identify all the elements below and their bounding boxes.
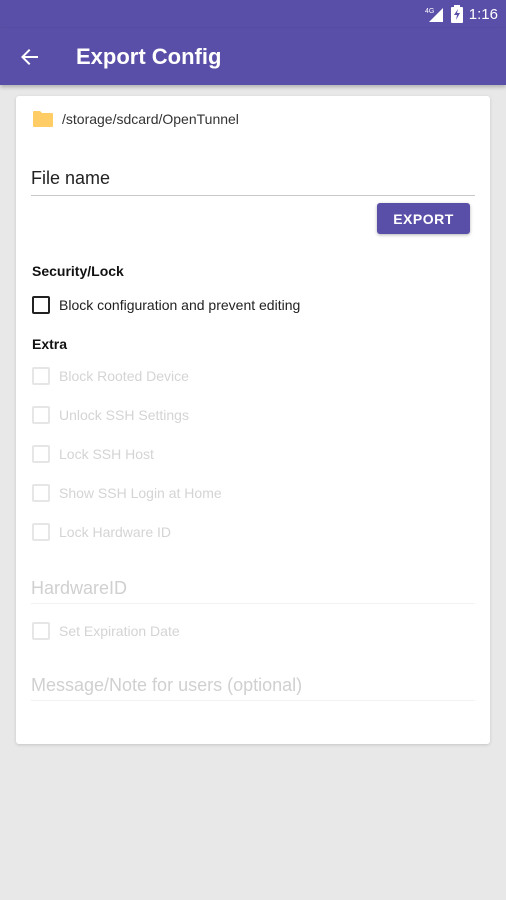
export-card: /storage/sdcard/OpenTunnel EXPORT Securi… — [16, 96, 490, 744]
export-button[interactable]: EXPORT — [377, 203, 470, 234]
lock-hardware-id-row[interactable]: Lock Hardware ID — [32, 520, 171, 544]
block-rooted-device-label: Block Rooted Device — [59, 368, 189, 384]
unlock-ssh-settings-checkbox[interactable] — [32, 406, 50, 424]
set-expiration-date-checkbox[interactable] — [32, 622, 50, 640]
svg-text:4G: 4G — [425, 8, 434, 15]
app-bar: Export Config — [0, 28, 506, 85]
hardware-id-input[interactable] — [31, 574, 475, 603]
security-section-title: Security/Lock — [32, 263, 124, 279]
lock-ssh-host-row[interactable]: Lock SSH Host — [32, 442, 154, 466]
show-ssh-login-row[interactable]: Show SSH Login at Home — [32, 481, 222, 505]
block-config-label: Block configuration and prevent editing — [59, 297, 301, 313]
unlock-ssh-settings-row[interactable]: Unlock SSH Settings — [32, 403, 189, 427]
status-bar: 4G 1:16 — [0, 0, 506, 28]
page-title: Export Config — [76, 43, 222, 69]
set-expiration-date-label: Set Expiration Date — [59, 623, 180, 639]
show-ssh-login-checkbox[interactable] — [32, 484, 50, 502]
lock-ssh-host-checkbox[interactable] — [32, 445, 50, 463]
file-name-input[interactable] — [31, 162, 475, 195]
message-field[interactable] — [31, 671, 475, 701]
message-input[interactable] — [31, 671, 475, 700]
file-name-field[interactable] — [31, 162, 475, 196]
unlock-ssh-settings-label: Unlock SSH Settings — [59, 407, 189, 423]
cellular-signal-icon: 4G — [425, 6, 445, 22]
show-ssh-login-label: Show SSH Login at Home — [59, 485, 222, 501]
set-expiration-date-row[interactable]: Set Expiration Date — [32, 619, 180, 643]
lock-hardware-id-label: Lock Hardware ID — [59, 524, 172, 540]
block-rooted-device-checkbox[interactable] — [32, 367, 50, 385]
lock-hardware-id-checkbox[interactable] — [32, 523, 50, 541]
folder-icon — [33, 111, 53, 127]
path-text: /storage/sdcard/OpenTunnel — [62, 111, 239, 127]
lock-ssh-host-label: Lock SSH Host — [59, 446, 154, 462]
hardware-id-field[interactable] — [31, 574, 475, 604]
block-config-checkbox[interactable] — [32, 296, 50, 314]
arrow-back-icon — [21, 48, 38, 65]
block-rooted-device-row[interactable]: Block Rooted Device — [32, 364, 189, 388]
battery-charging-icon — [450, 5, 463, 23]
export-path[interactable]: /storage/sdcard/OpenTunnel — [32, 108, 239, 130]
back-button[interactable] — [0, 28, 60, 85]
status-time: 1:16 — [468, 5, 498, 23]
block-config-checkbox-row[interactable]: Block configuration and prevent editing — [32, 293, 300, 317]
extra-section-title: Extra — [32, 336, 68, 352]
